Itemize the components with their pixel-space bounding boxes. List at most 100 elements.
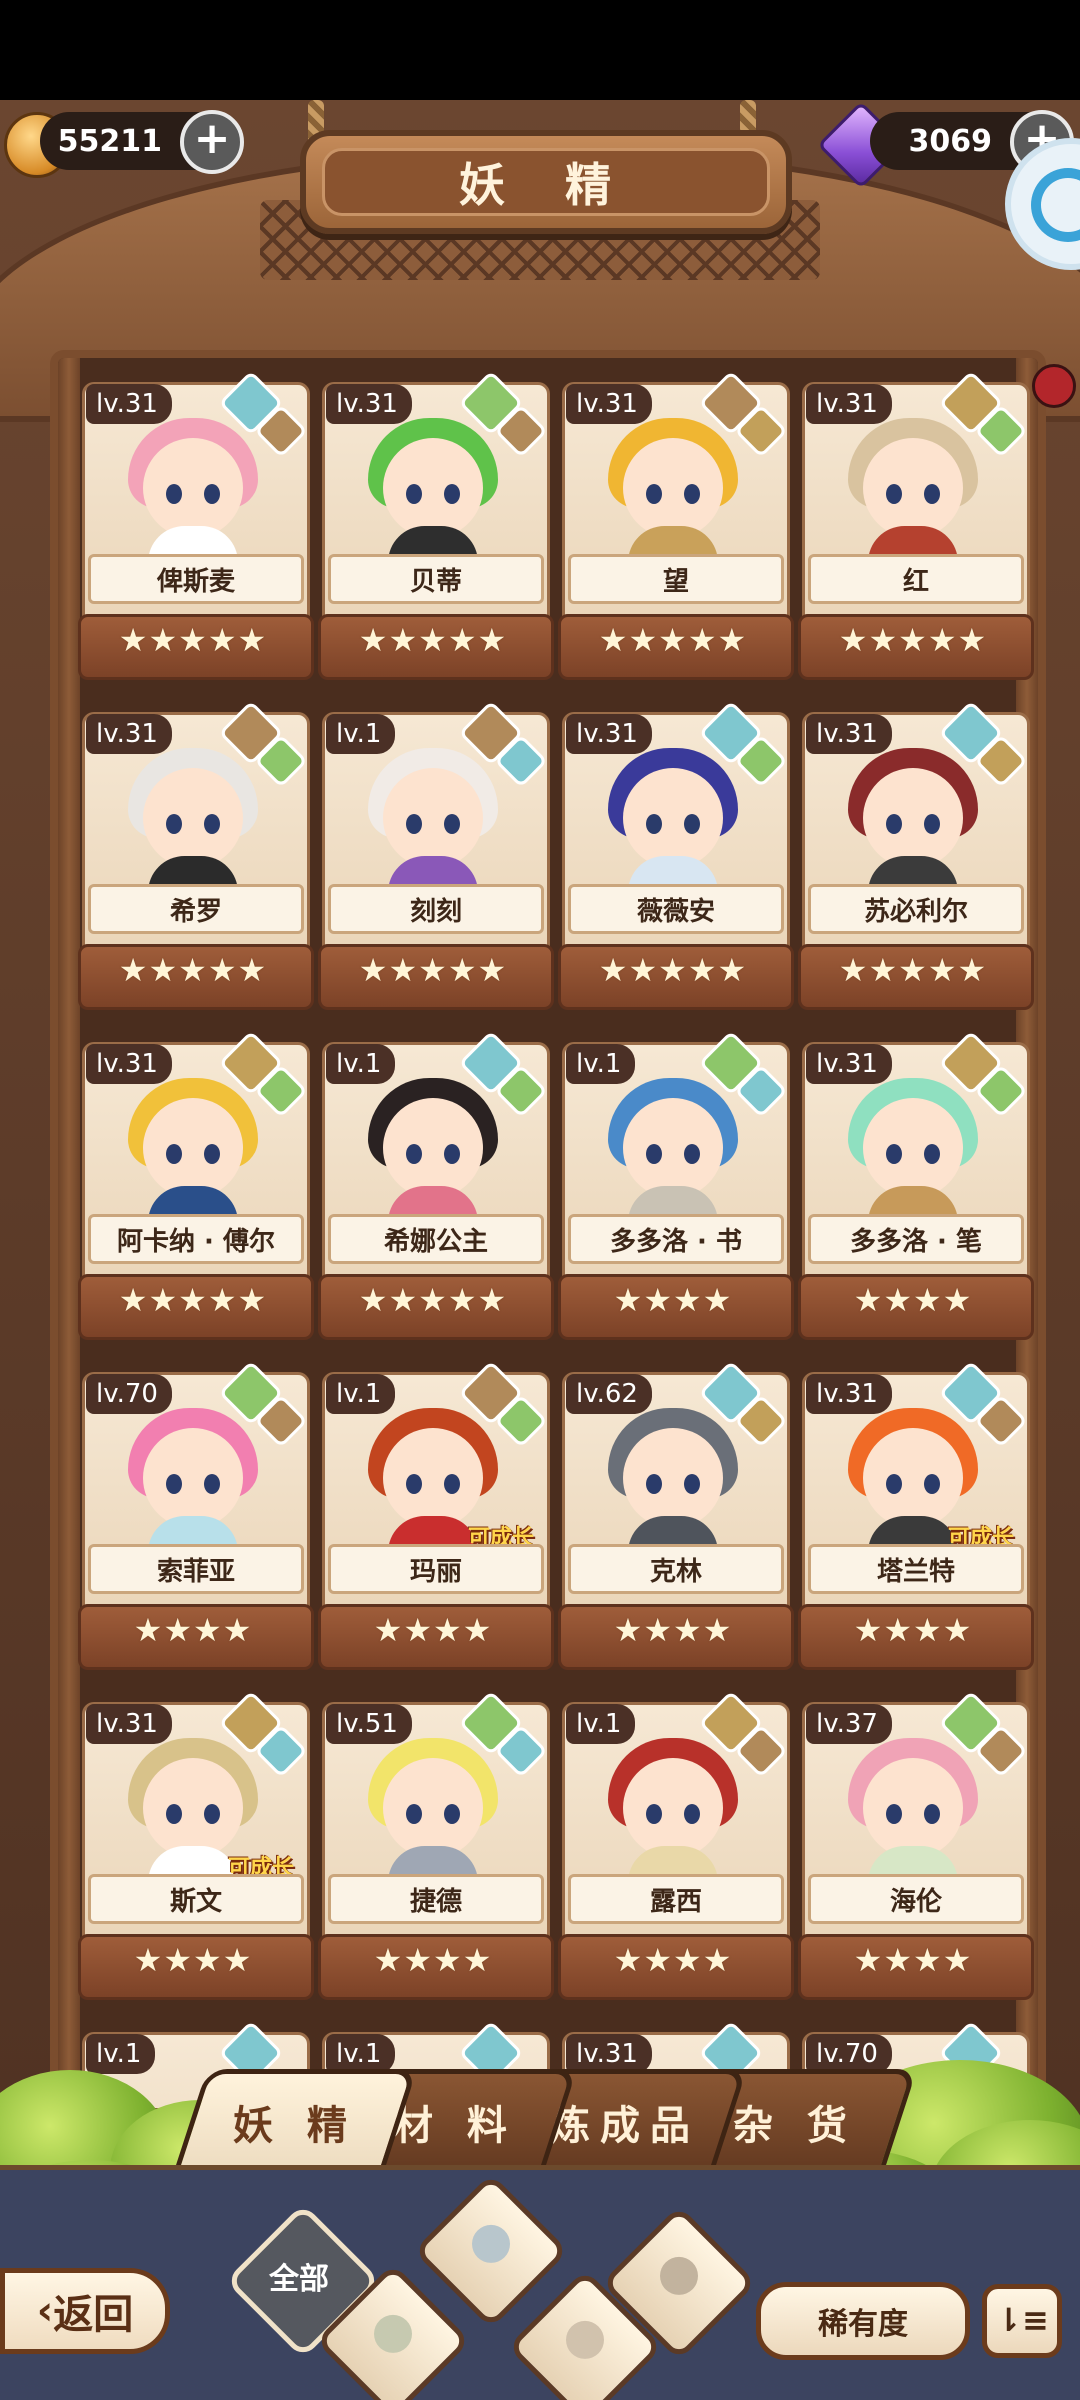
fairy-name: 多多洛 · 书 bbox=[568, 1214, 784, 1264]
fairy-eye bbox=[406, 1804, 422, 1824]
fairy-face bbox=[863, 438, 963, 538]
level-badge: lv.1 bbox=[326, 1044, 396, 1084]
back-button[interactable]: ‹ 返回 bbox=[0, 2268, 170, 2354]
fairy-eye bbox=[924, 1804, 940, 1824]
fairy-portrait bbox=[118, 1408, 268, 1560]
fairy-name: 露西 bbox=[568, 1874, 784, 1924]
fairy-card[interactable]: lv.31 多多洛 · 笔 ★★★★ bbox=[798, 1030, 1034, 1340]
fairy-face bbox=[863, 1428, 963, 1528]
fairy-card[interactable]: lv.37 海伦 ★★★★ bbox=[798, 1690, 1034, 2000]
fairy-face bbox=[863, 1098, 963, 1198]
fairy-portrait bbox=[838, 1738, 988, 1890]
rarity-sort-button[interactable]: 稀有度 bbox=[756, 2282, 970, 2360]
fairy-eye bbox=[166, 484, 182, 504]
star-rating: ★★★★ bbox=[853, 1281, 973, 1319]
tab-fairies[interactable]: 妖 精 bbox=[172, 2069, 418, 2175]
fairy-name: 希罗 bbox=[88, 884, 304, 934]
level-badge: lv.31 bbox=[806, 714, 892, 754]
ladybug-decoration bbox=[1032, 364, 1076, 408]
level-badge: lv.37 bbox=[806, 1704, 892, 1744]
gold-counter: 55211 + bbox=[40, 110, 244, 174]
add-gold-button[interactable]: + bbox=[180, 110, 244, 174]
fairy-card[interactable]: lv.1 可成长 玛丽 ★★★★ bbox=[318, 1360, 554, 1670]
star-rating: ★★★★ bbox=[853, 1611, 973, 1649]
fairy-portrait bbox=[838, 748, 988, 900]
fairy-eye bbox=[204, 1804, 220, 1824]
fairy-eye bbox=[444, 1804, 460, 1824]
tab-goods-label: 杂 货 bbox=[733, 2103, 857, 2149]
fairy-eye bbox=[886, 484, 902, 504]
fairy-card[interactable]: lv.31 希罗 ★★★★★ bbox=[78, 700, 314, 1010]
fairy-eye bbox=[924, 1474, 940, 1494]
fairy-card[interactable]: lv.1 刻刻 ★★★★★ bbox=[318, 700, 554, 1010]
fairy-grid-panel[interactable]: lv.31 俾斯麦 ★★★★★ lv.31 贝蒂 ★★★★★ lv.31 望 ★★★★★ lv.3… bbox=[50, 350, 1046, 2116]
fairy-eye bbox=[684, 1144, 700, 1164]
fairy-eye bbox=[646, 1474, 662, 1494]
fairy-card[interactable]: lv.31 俾斯麦 ★★★★★ bbox=[78, 370, 314, 680]
fairy-card[interactable]: lv.31 贝蒂 ★★★★★ bbox=[318, 370, 554, 680]
fairy-eye bbox=[684, 1804, 700, 1824]
star-rating: ★★★★ bbox=[613, 1281, 733, 1319]
fairy-card[interactable]: lv.62 克林 ★★★★ bbox=[558, 1360, 794, 1670]
tab-products-label: 炼成品 bbox=[550, 2103, 700, 2149]
fairy-eye bbox=[204, 484, 220, 504]
fairy-eye bbox=[444, 814, 460, 834]
fairy-face bbox=[143, 1428, 243, 1528]
fairy-card[interactable]: lv.1 露西 ★★★★ bbox=[558, 1690, 794, 2000]
star-rating: ★★★★ bbox=[853, 1941, 973, 1979]
mountain-icon bbox=[660, 2256, 698, 2295]
fairy-portrait bbox=[598, 1408, 748, 1560]
star-rating: ★★★★★ bbox=[118, 951, 268, 989]
level-badge: lv.70 bbox=[86, 1374, 172, 1414]
fairy-portrait bbox=[598, 1078, 748, 1230]
fairy-card[interactable]: lv.31 可成长 塔兰特 ★★★★ bbox=[798, 1360, 1034, 1670]
star-rating: ★★★★ bbox=[373, 1611, 493, 1649]
fairy-eye bbox=[444, 1144, 460, 1164]
fairy-eye bbox=[924, 1144, 940, 1164]
star-rating: ★★★★★ bbox=[838, 621, 988, 659]
fairy-card[interactable]: lv.1 多多洛 · 书 ★★★★ bbox=[558, 1030, 794, 1340]
fairy-card[interactable]: lv.31 红 ★★★★★ bbox=[798, 370, 1034, 680]
fairy-portrait bbox=[838, 1078, 988, 1230]
fairy-eye bbox=[646, 484, 662, 504]
fairy-name: 海伦 bbox=[808, 1874, 1024, 1924]
fairy-eye bbox=[684, 484, 700, 504]
fairy-eye bbox=[886, 1144, 902, 1164]
fairy-eye bbox=[646, 1804, 662, 1824]
fairy-card[interactable]: lv.31 可成长 斯文 ★★★★ bbox=[78, 1690, 314, 2000]
fairy-eye bbox=[406, 1144, 422, 1164]
fairy-name: 捷德 bbox=[328, 1874, 544, 1924]
star-rating: ★★★★ bbox=[133, 1611, 253, 1649]
star-rating: ★★★★★ bbox=[118, 621, 268, 659]
title-plaque: 妖 精 bbox=[300, 130, 792, 234]
level-badge: lv.31 bbox=[86, 1044, 172, 1084]
fairy-eye bbox=[646, 1144, 662, 1164]
fairy-face bbox=[623, 438, 723, 538]
fairy-face bbox=[383, 1098, 483, 1198]
fairy-card[interactable]: lv.31 薇薇安 ★★★★★ bbox=[558, 700, 794, 1010]
level-badge: lv.31 bbox=[566, 714, 652, 754]
star-rating: ★★★★ bbox=[133, 1941, 253, 1979]
fairy-portrait bbox=[118, 418, 268, 570]
fairy-eye bbox=[406, 814, 422, 834]
fairy-card[interactable]: lv.1 希娜公主 ★★★★★ bbox=[318, 1030, 554, 1340]
fairy-card[interactable]: lv.31 望 ★★★★★ bbox=[558, 370, 794, 680]
fairy-name: 克林 bbox=[568, 1544, 784, 1594]
fairy-face bbox=[623, 1098, 723, 1198]
fairy-face bbox=[143, 1758, 243, 1858]
fairy-face bbox=[383, 1758, 483, 1858]
fairy-face bbox=[143, 768, 243, 868]
level-badge: lv.31 bbox=[806, 384, 892, 424]
fairy-card[interactable]: lv.51 捷德 ★★★★ bbox=[318, 1690, 554, 2000]
fairy-eye bbox=[886, 814, 902, 834]
star-rating: ★★★★ bbox=[613, 1611, 733, 1649]
fairy-card[interactable]: lv.31 苏必利尔 ★★★★★ bbox=[798, 700, 1034, 1010]
fairy-face bbox=[383, 438, 483, 538]
fairy-portrait bbox=[358, 1738, 508, 1890]
fairy-card[interactable]: lv.31 阿卡纳 · 傅尔 ★★★★★ bbox=[78, 1030, 314, 1340]
fairy-card[interactable]: lv.70 索菲亚 ★★★★ bbox=[78, 1360, 314, 1670]
fairy-eye bbox=[166, 1804, 182, 1824]
sort-order-button[interactable]: ⇂≡ bbox=[982, 2284, 1062, 2358]
fairy-portrait bbox=[598, 748, 748, 900]
fairy-portrait bbox=[358, 1078, 508, 1230]
